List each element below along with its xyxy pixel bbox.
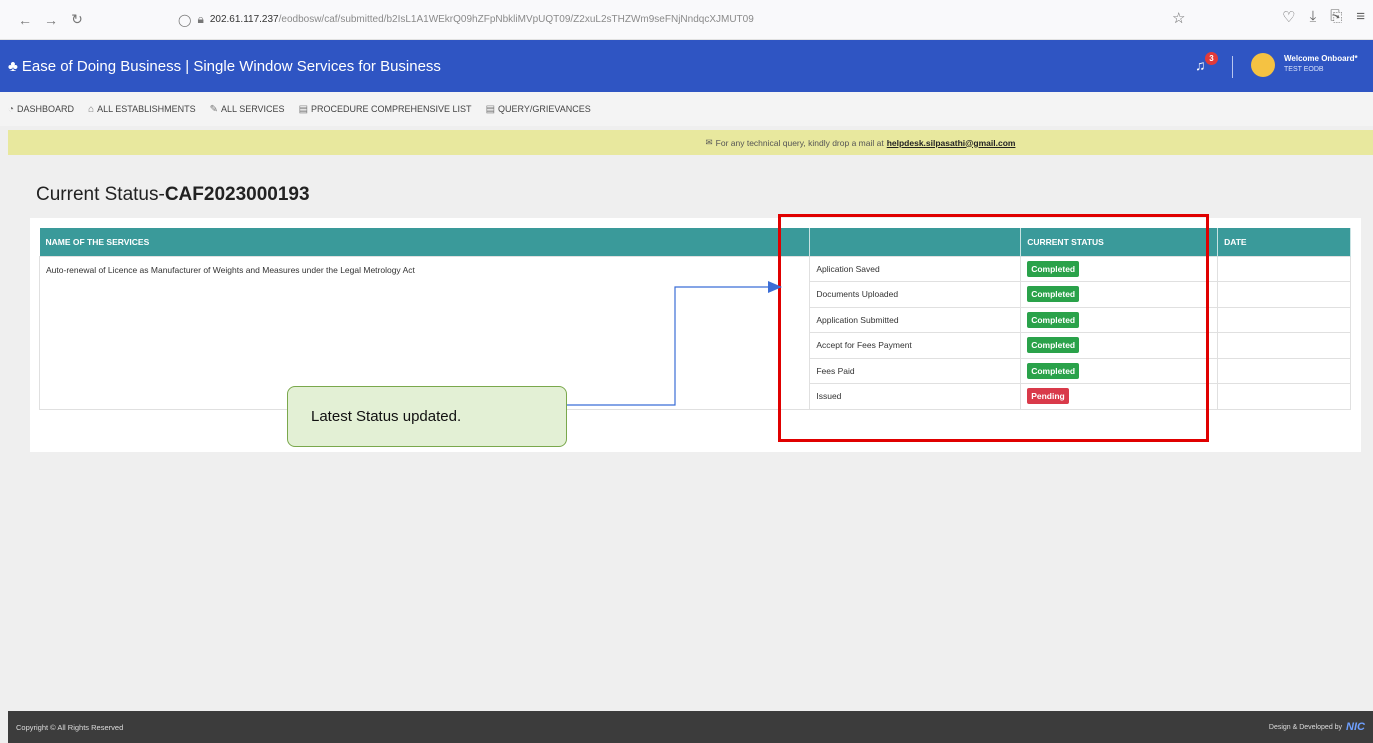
list-icon: ▤ (485, 103, 496, 115)
page-title: Current Status-CAF2023000193 (36, 184, 310, 206)
status-badge: Completed (1027, 337, 1080, 354)
nav-procedure-list[interactable]: ▤ PROCEDURE COMPREHENSIVE LIST (299, 104, 472, 115)
avatar[interactable] (1251, 53, 1275, 77)
nav-label: DASHBOARD (17, 104, 75, 114)
nav-all-establishments[interactable]: ⌂ ALL ESTABLISHMENTS (88, 104, 196, 115)
date-cell (1217, 255, 1351, 282)
status-badge: Completed (1027, 311, 1080, 328)
nav-all-services[interactable]: ✎ ALL SERVICES (210, 104, 285, 115)
nav-label: ALL ESTABLISHMENTS (97, 104, 196, 114)
address-bar[interactable]: ◯ 🔒︎ 202.61.117.237/eodbosw/caf/submitte… (178, 12, 754, 27)
table-row: Auto-renewal of Licence as Manufacturer … (38, 255, 1351, 410)
callout-text: Latest Status updated. (311, 408, 462, 425)
status-cell: Completed (1020, 306, 1219, 333)
step-cell: Fees Paid (809, 357, 1022, 384)
status-cell: Completed (1020, 357, 1219, 384)
app-header: ♣ Ease of Doing Business | Single Window… (0, 40, 1373, 92)
date-cell (1217, 306, 1351, 333)
status-badge-pending: Pending (1027, 388, 1069, 405)
copyright-text: Copyright © All Rights Reserved (16, 722, 124, 732)
welcome-text[interactable]: Welcome Onboard* (1284, 54, 1358, 63)
mail-icon: ✉ (705, 137, 713, 147)
dashboard-icon: ◔ (8, 103, 15, 115)
download-icon[interactable]: ⤓ (1310, 8, 1317, 26)
nav-dashboard[interactable]: ◔ DASHBOARD (8, 104, 74, 115)
caf-number: CAF2023000193 (164, 184, 310, 205)
nav-label: ALL SERVICES (221, 104, 285, 114)
status-cell: Completed (1020, 281, 1219, 308)
list-icon: ▤ (298, 103, 309, 115)
shield-icon: ◯ (178, 12, 192, 27)
step-cell: Issued (809, 383, 1022, 410)
lock-icon: 🔒︎ (197, 12, 204, 26)
app-title-text: Ease of Doing Business | Single Window S… (21, 57, 441, 75)
helpdesk-email-link[interactable]: helpdesk.silpasathi@gmail.com (887, 138, 1016, 148)
back-icon[interactable]: ← (14, 9, 36, 31)
nav-query-grievances[interactable]: ▤ QUERY/GRIEVANCES (486, 104, 591, 115)
wrench-icon: ✎ (209, 103, 219, 115)
nic-logo: NIC (1346, 721, 1365, 733)
main-nav: ◔ DASHBOARD ⌂ ALL ESTABLISHMENTS ✎ ALL SERV… (0, 92, 1373, 126)
app-title[interactable]: ♣ Ease of Doing Business | Single Window… (8, 58, 441, 75)
designed-by-text: Design & Developed by (1268, 723, 1343, 731)
date-cell (1217, 332, 1351, 359)
developer-credit: Design & Developed by NIC (1269, 721, 1365, 733)
extensions-icon[interactable]: ⎘ (1330, 8, 1342, 26)
column-header (809, 228, 1022, 256)
pocket-icon[interactable]: ♡ (1282, 8, 1295, 26)
step-cell: Aplication Saved (809, 255, 1022, 282)
date-cell (1217, 383, 1351, 410)
bookmark-star-icon[interactable]: ☆ (1172, 9, 1185, 27)
date-cell (1217, 357, 1351, 384)
step-cell: Documents Uploaded (809, 281, 1022, 308)
annotation-callout: Latest Status updated. (287, 386, 567, 447)
notification-badge: 3 (1205, 52, 1218, 65)
status-badge: Completed (1027, 260, 1080, 277)
bell-icon[interactable]: ♫ (1195, 57, 1206, 73)
nav-label: PROCEDURE COMPREHENSIVE LIST (311, 104, 472, 114)
notice-text: For any technical query, kindly drop a m… (715, 137, 884, 148)
reload-icon[interactable]: ↻ (66, 9, 88, 31)
status-badge: Completed (1027, 286, 1080, 303)
user-name: TEST EODB (1284, 66, 1324, 73)
step-cell: Application Submitted (809, 306, 1022, 333)
step-cell: Accept for Fees Payment (809, 332, 1022, 359)
column-header: CURRENT STATUS (1020, 228, 1219, 256)
helpdesk-notice: ✉ For any technical query, kindly drop a… (8, 130, 1373, 155)
footer: Copyright © All Rights Reserved Design &… (8, 711, 1373, 743)
date-cell (1217, 281, 1351, 308)
browser-toolbar: ← → ↻ ◯ 🔒︎ 202.61.117.237/eodbosw/caf/su… (0, 0, 1373, 40)
status-cell: Completed (1020, 332, 1219, 359)
column-header: DATE (1217, 228, 1351, 256)
menu-icon[interactable]: ≡ (1356, 8, 1365, 26)
table-header-row: NAME OF THE SERVICES CURRENT STATUS DATE (39, 228, 1351, 256)
header-divider (1232, 56, 1233, 78)
column-header: NAME OF THE SERVICES (39, 228, 811, 256)
status-cell: Pending (1020, 383, 1219, 410)
status-table: NAME OF THE SERVICES CURRENT STATUS DATE… (38, 228, 1351, 410)
page-title-prefix: Current Status- (36, 184, 165, 205)
nav-label: QUERY/GRIEVANCES (498, 104, 591, 114)
status-cell: Completed (1020, 255, 1219, 282)
url-text[interactable]: 202.61.117.237/eodbosw/caf/submitted/b2I… (210, 14, 754, 25)
building-icon: ⌂ (88, 103, 95, 115)
status-badge: Completed (1027, 362, 1080, 379)
forward-icon[interactable]: → (40, 9, 62, 31)
logo-icon: ♣ (8, 57, 18, 75)
